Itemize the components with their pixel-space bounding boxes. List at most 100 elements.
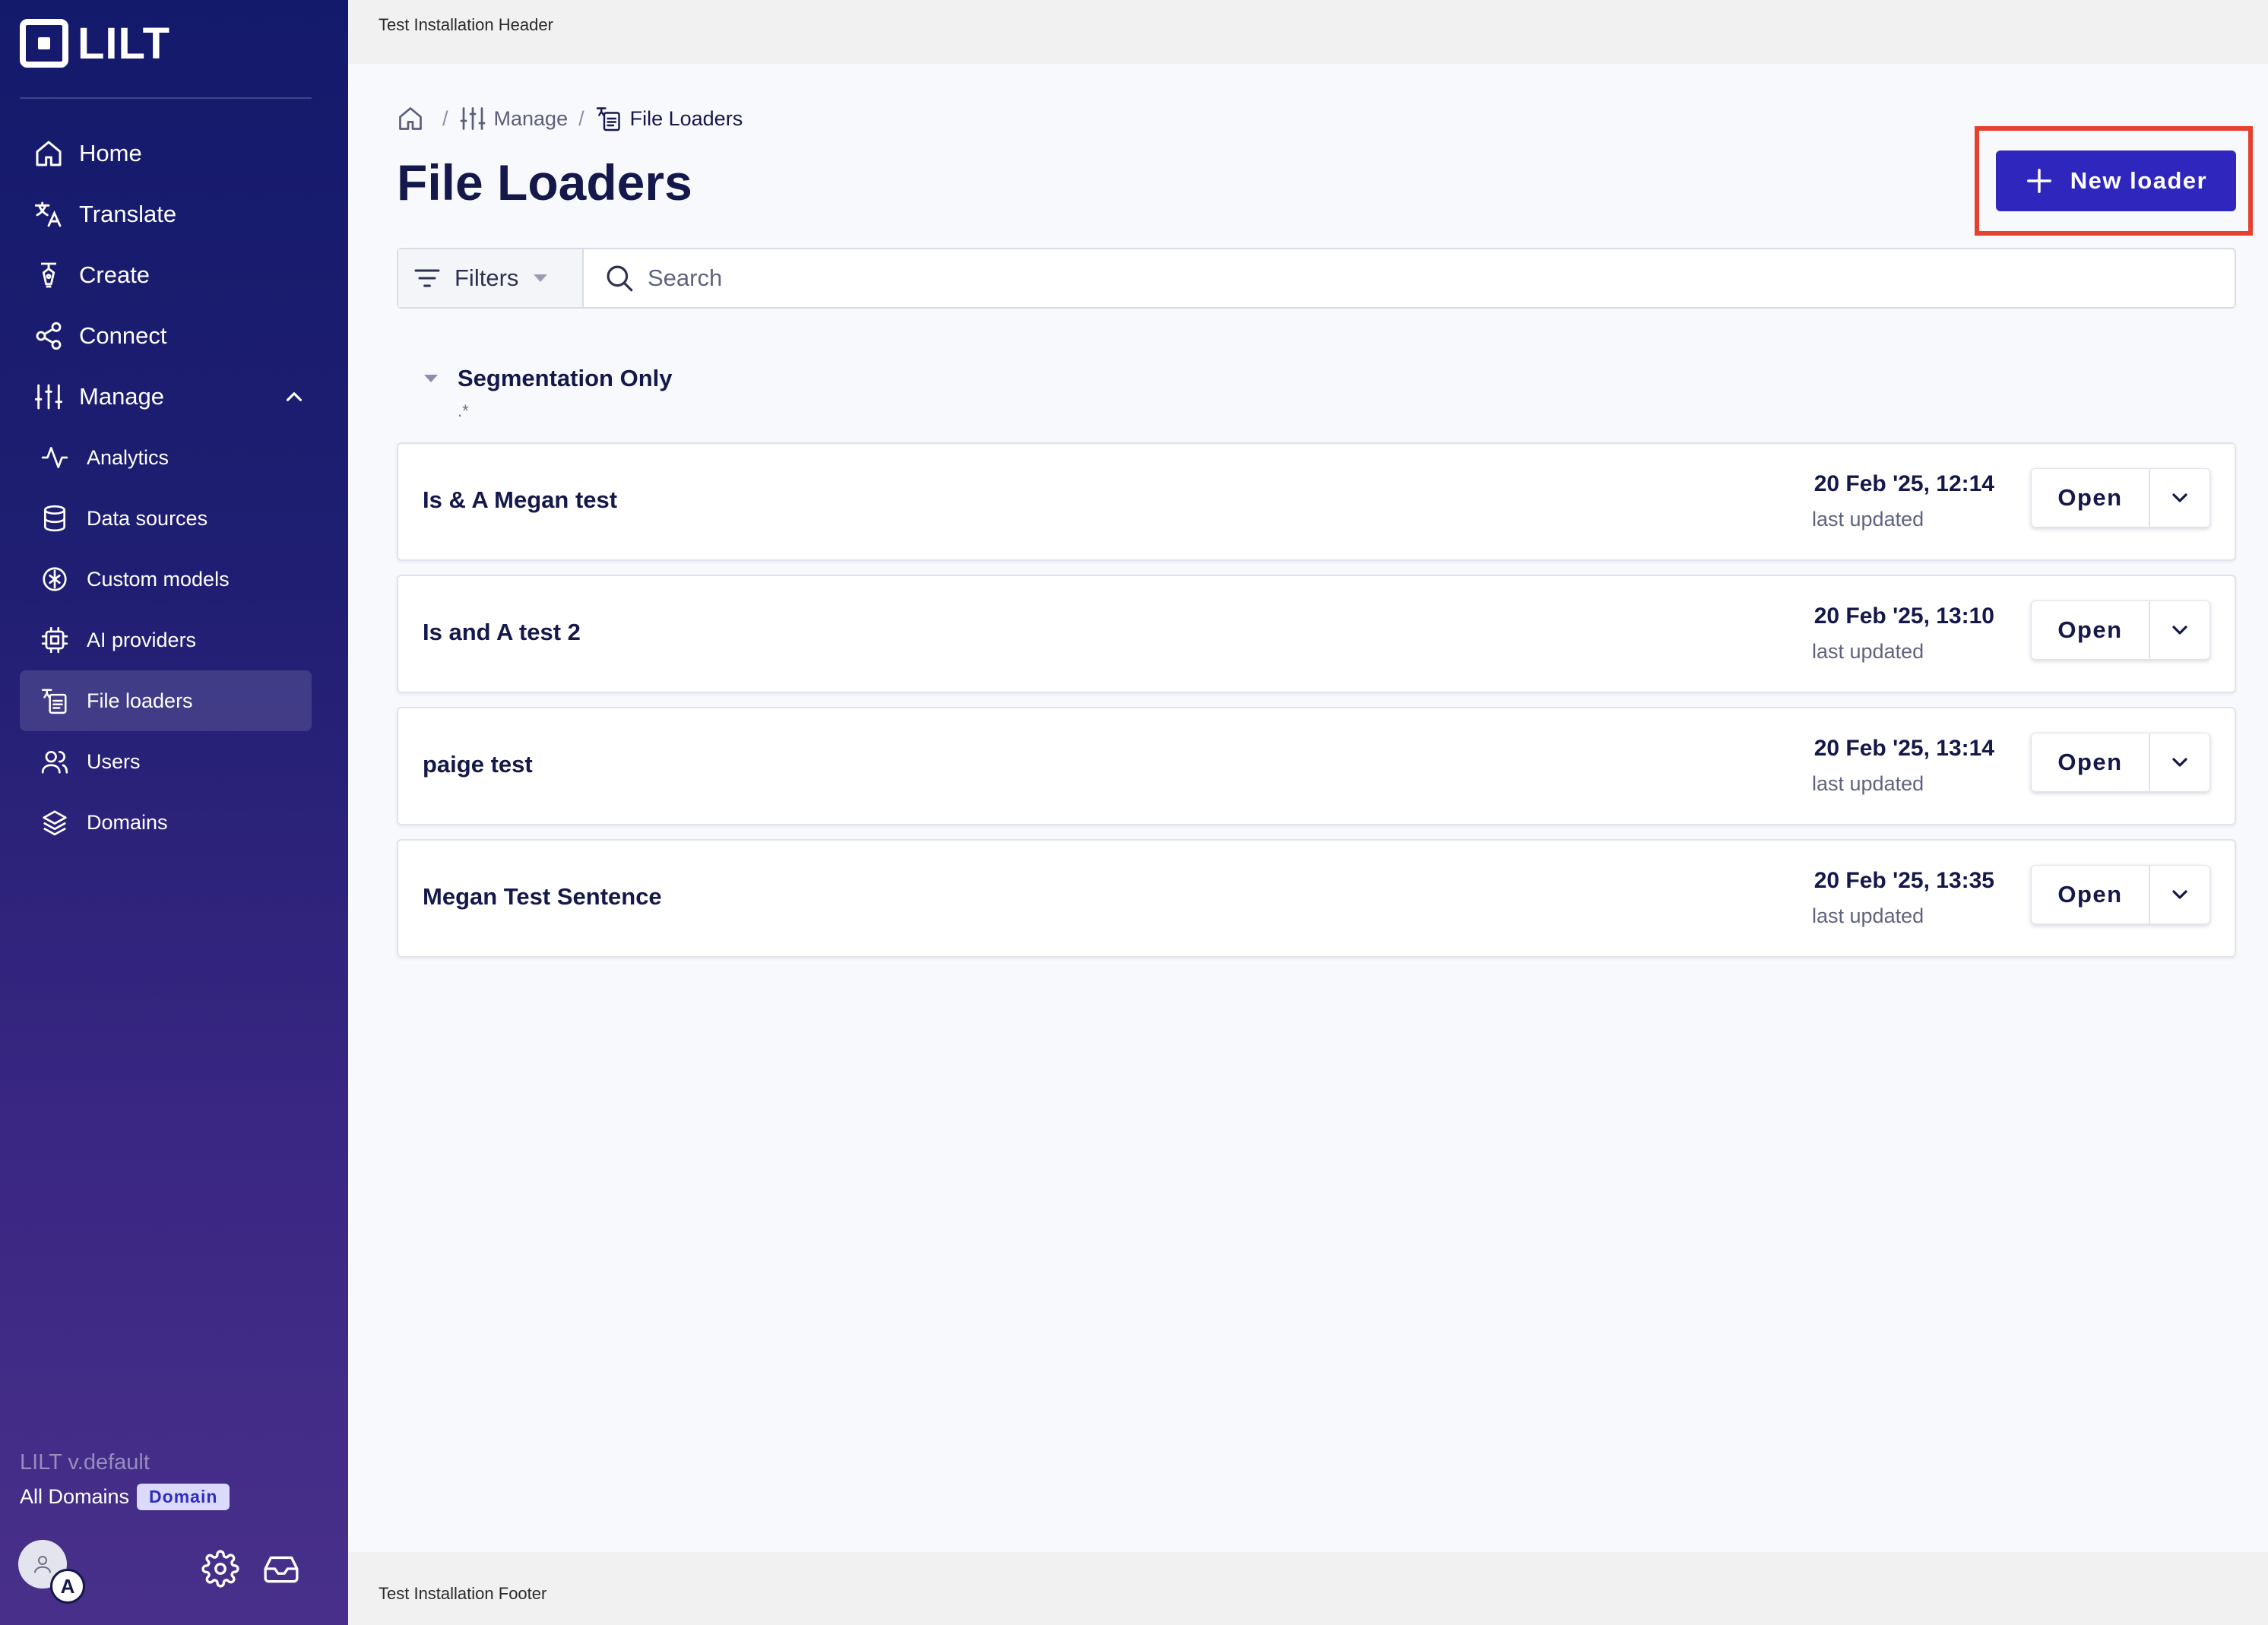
sidebar-item-file-loaders[interactable]: File loaders — [20, 670, 312, 731]
open-button[interactable]: Open — [2032, 601, 2150, 659]
search-icon — [607, 265, 633, 292]
more-options-button[interactable] — [2150, 866, 2209, 923]
group-pattern: .* — [458, 401, 469, 420]
more-options-button[interactable] — [2150, 469, 2209, 527]
loader-card[interactable]: paige test 20 Feb '25, 13:14 last update… — [397, 707, 2236, 825]
loader-name: paige test — [423, 751, 533, 778]
last-updated-label: last updated — [1812, 772, 1924, 795]
layers-icon — [40, 807, 70, 838]
loader-date: 20 Feb '25, 12:14 — [1813, 471, 1994, 496]
open-button[interactable]: Open — [2032, 733, 2150, 791]
chevron-down-icon — [2172, 758, 2187, 767]
sidebar-item-translate[interactable]: Translate — [20, 184, 312, 245]
breadcrumb-home[interactable] — [397, 105, 432, 132]
home-icon — [399, 107, 422, 130]
pen-icon — [32, 258, 65, 292]
activity-icon — [40, 442, 70, 473]
caret-down-icon — [424, 375, 438, 382]
translate-icon — [32, 198, 65, 231]
loader-name: Is & A Megan test — [423, 486, 618, 513]
file-loader-icon — [40, 686, 70, 716]
sidebar-item-label: Domains — [87, 810, 168, 834]
share-icon — [32, 319, 65, 353]
domain-badge: Domain — [137, 1484, 230, 1510]
sidebar-item-manage[interactable]: Manage — [20, 366, 312, 427]
search-input[interactable] — [648, 264, 2116, 292]
filter-search-bar: Filters — [397, 248, 2236, 309]
sidebar-item-label: Data sources — [87, 506, 208, 530]
installation-header: Test Installation Header — [348, 0, 2268, 64]
open-button-group: Open — [2031, 733, 2210, 792]
sidebar-nav: Home Translate Create Connect Manage Ana… — [20, 123, 312, 853]
sidebar-item-create[interactable]: Create — [20, 245, 312, 306]
logo-text: LILT — [78, 18, 171, 68]
sidebar-item-label: Users — [87, 749, 141, 773]
installation-header-text: Test Installation Header — [379, 15, 553, 34]
loader-name: Megan Test Sentence — [423, 883, 662, 910]
loader-card[interactable]: Megan Test Sentence 20 Feb '25, 13:35 la… — [397, 839, 2236, 958]
open-button-group: Open — [2031, 865, 2210, 924]
sidebar-item-label: Analytics — [87, 445, 169, 469]
sidebar-item-home[interactable]: Home — [20, 123, 312, 184]
breadcrumb: / Manage / File Loaders — [397, 105, 743, 132]
version-label: LILT v.default — [20, 1450, 150, 1475]
chip-icon — [40, 625, 70, 655]
sidebar-item-connect[interactable]: Connect — [20, 306, 312, 366]
filter-icon — [414, 269, 440, 287]
new-loader-label: New loader — [2070, 167, 2208, 194]
installation-footer-text: Test Installation Footer — [379, 1584, 547, 1603]
filters-dropdown[interactable]: Filters — [398, 249, 584, 307]
file-loader-icon — [596, 107, 620, 131]
sidebar-item-custom-models[interactable]: Custom models — [20, 549, 312, 610]
users-icon — [40, 746, 70, 777]
domain-scope-label: All Domains — [20, 1485, 130, 1508]
sidebar-item-analytics[interactable]: Analytics — [20, 427, 312, 488]
sidebar-item-label: Create — [79, 261, 150, 288]
loader-card[interactable]: Is & A Megan test 20 Feb '25, 12:14 last… — [397, 442, 2236, 561]
sidebar-item-label: Home — [79, 140, 142, 166]
open-button[interactable]: Open — [2032, 866, 2150, 923]
logo-mark-icon — [20, 19, 68, 68]
loader-card[interactable]: Is and A test 2 20 Feb '25, 13:10 last u… — [397, 575, 2236, 693]
domain-scope[interactable]: All Domains Domain — [20, 1484, 230, 1510]
model-icon — [40, 564, 70, 594]
open-button-group: Open — [2031, 600, 2210, 660]
breadcrumb-manage-label: Manage — [493, 106, 569, 130]
settings-gear-icon[interactable] — [201, 1549, 240, 1589]
sidebar-item-users[interactable]: Users — [20, 731, 312, 792]
sidebar-item-label: Connect — [79, 322, 167, 349]
chevron-down-icon — [2172, 890, 2187, 899]
caret-down-icon — [534, 274, 548, 282]
main-content: / Manage / File Loaders File Loaders New… — [348, 64, 2268, 1552]
breadcrumb-current-label: File Loaders — [629, 106, 743, 130]
database-icon — [40, 503, 70, 534]
inbox-icon[interactable] — [261, 1549, 301, 1589]
chevron-down-icon — [2172, 626, 2187, 635]
more-options-button[interactable] — [2150, 601, 2209, 659]
last-updated-label: last updated — [1812, 904, 1924, 927]
plus-icon — [2026, 169, 2051, 193]
group-toggle[interactable]: Segmentation Only — [424, 365, 672, 392]
chevron-up-icon[interactable] — [281, 384, 307, 410]
open-button[interactable]: Open — [2032, 469, 2150, 527]
sidebar-item-label: Translate — [79, 201, 177, 227]
sliders-icon — [32, 380, 65, 413]
search-field[interactable] — [584, 249, 2235, 307]
sidebar-item-domains[interactable]: Domains — [20, 792, 312, 853]
breadcrumb-separator: / — [578, 106, 584, 130]
sidebar-item-data-sources[interactable]: Data sources — [20, 488, 312, 549]
open-button-group: Open — [2031, 468, 2210, 527]
filters-label: Filters — [455, 264, 519, 291]
avatar-initial-badge: A — [50, 1569, 85, 1604]
installation-footer: Test Installation Footer — [348, 1552, 2268, 1625]
lilt-logo[interactable]: LILT — [20, 18, 170, 68]
sidebar-item-ai-providers[interactable]: AI providers — [20, 610, 312, 670]
sidebar-divider — [20, 97, 312, 99]
breadcrumb-manage[interactable]: Manage — [459, 105, 569, 132]
group-title: Segmentation Only — [458, 365, 673, 391]
more-options-button[interactable] — [2150, 733, 2209, 791]
chevron-down-icon — [2172, 493, 2187, 502]
page-title: File Loaders — [397, 154, 692, 211]
new-loader-button[interactable]: New loader — [1996, 150, 2236, 211]
sidebar-item-label: AI providers — [87, 628, 197, 651]
